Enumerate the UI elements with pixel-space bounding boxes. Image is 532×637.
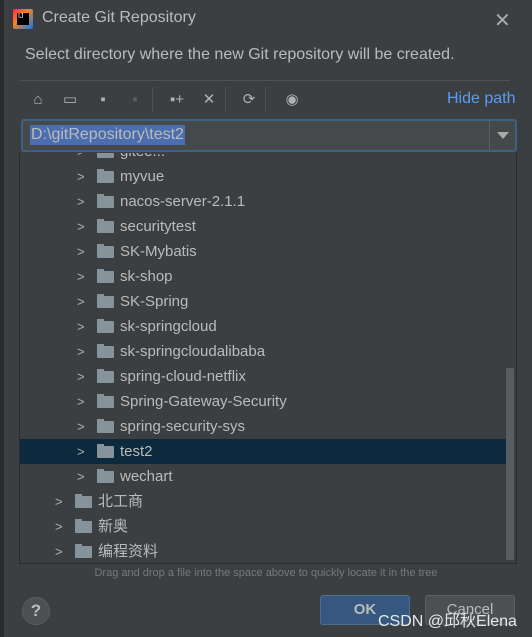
folder-icon bbox=[97, 369, 114, 383]
folder-icon bbox=[97, 244, 114, 258]
tree-item[interactable]: > nacos-server-2.1.1 bbox=[20, 189, 506, 214]
tree-item[interactable]: > securitytest bbox=[20, 214, 506, 239]
chevron-right-icon[interactable]: > bbox=[77, 439, 85, 464]
module-folder-icon: ▪ bbox=[132, 91, 138, 108]
folder-icon bbox=[75, 494, 92, 508]
background-window-edge bbox=[0, 0, 4, 637]
divider bbox=[225, 87, 226, 111]
directory-tree[interactable]: > gitee... > myvue > nacos-server-2.1.1 > secur… bbox=[19, 153, 517, 564]
tree-item[interactable]: > spring-security-sys bbox=[20, 414, 506, 439]
chevron-right-icon[interactable]: > bbox=[55, 514, 63, 539]
tree-item-label: spring-security-sys bbox=[120, 418, 246, 435]
drag-drop-hint: Drag and drop a file into the space abov… bbox=[94, 567, 438, 579]
divider bbox=[19, 80, 510, 81]
tree-item-label: sk-springcloudalibaba bbox=[120, 343, 266, 360]
tree-item[interactable]: > spring-cloud-netflix bbox=[20, 364, 506, 389]
tree-item[interactable]: > 新奥 bbox=[20, 514, 506, 539]
scrollbar[interactable] bbox=[506, 368, 514, 560]
divider bbox=[152, 87, 153, 111]
tree-item-label: securitytest bbox=[120, 218, 196, 235]
tree-item-label: Spring-Gateway-Security bbox=[120, 393, 287, 410]
tree-item[interactable]: > 北工商 bbox=[20, 489, 506, 514]
desktop-icon[interactable]: ▭ bbox=[60, 90, 80, 110]
refresh-icon[interactable]: ⟳ bbox=[239, 90, 259, 110]
hide-path-link[interactable]: Hide path bbox=[447, 90, 516, 108]
chevron-right-icon[interactable]: > bbox=[77, 264, 85, 289]
chevron-right-icon[interactable]: > bbox=[55, 539, 63, 563]
chevron-right-icon[interactable]: > bbox=[77, 189, 85, 214]
chevron-right-icon[interactable]: > bbox=[77, 153, 85, 164]
tree-item[interactable]: > sk-shop bbox=[20, 264, 506, 289]
folder-icon bbox=[75, 519, 92, 533]
path-input[interactable]: D:\gitRepository\test2 bbox=[21, 119, 517, 152]
folder-icon bbox=[97, 219, 114, 233]
tree-item-label: nacos-server-2.1.1 bbox=[120, 193, 246, 210]
chevron-right-icon[interactable]: > bbox=[77, 389, 85, 414]
tree-item[interactable]: > Spring-Gateway-Security bbox=[20, 389, 506, 414]
chevron-right-icon[interactable]: > bbox=[77, 239, 85, 264]
folder-icon bbox=[97, 294, 114, 308]
chevron-right-icon[interactable]: > bbox=[77, 414, 85, 439]
folder-icon bbox=[97, 444, 114, 458]
folder-icon bbox=[97, 469, 114, 483]
tree-item[interactable]: > gitee... bbox=[20, 153, 506, 164]
dialog-title: Create Git Repository bbox=[42, 9, 196, 26]
tree-item-label: test2 bbox=[120, 443, 153, 460]
folder-icon bbox=[97, 394, 114, 408]
tree-item-label: 北工商 bbox=[98, 493, 144, 510]
tree-item-label: SK-Mybatis bbox=[120, 243, 197, 260]
tree-item-label: 编程资料 bbox=[98, 543, 159, 560]
chevron-right-icon[interactable]: > bbox=[77, 214, 85, 239]
intellij-logo-icon: IJ bbox=[13, 9, 33, 29]
tree-item[interactable]: > sk-springcloud bbox=[20, 314, 506, 339]
folder-icon bbox=[97, 194, 114, 208]
watermark: CSDN @邱秋Elena bbox=[378, 613, 517, 630]
chevron-right-icon[interactable]: > bbox=[77, 339, 85, 364]
tree-item-label: sk-springcloud bbox=[120, 318, 217, 335]
tree-item[interactable]: > sk-springcloudalibaba bbox=[20, 339, 506, 364]
show-hidden-icon[interactable]: ◉ bbox=[282, 90, 302, 110]
folder-icon bbox=[75, 544, 92, 558]
chevron-down-icon[interactable] bbox=[489, 121, 515, 150]
chevron-right-icon[interactable]: > bbox=[77, 164, 85, 189]
folder-icon bbox=[97, 269, 114, 283]
home-icon[interactable]: ⌂ bbox=[28, 90, 48, 110]
folder-icon bbox=[97, 319, 114, 333]
tree-item[interactable]: > myvue bbox=[20, 164, 506, 189]
tree-item-label: spring-cloud-netflix bbox=[120, 368, 246, 385]
tree-item-label: gitee... bbox=[120, 153, 165, 164]
tree-item-label: wechart bbox=[120, 468, 173, 485]
divider bbox=[265, 87, 266, 111]
tree-item-label: 新奥 bbox=[98, 518, 129, 535]
tree-item-label: myvue bbox=[120, 168, 165, 185]
folder-icon bbox=[97, 419, 114, 433]
chevron-right-icon[interactable]: > bbox=[77, 289, 85, 314]
close-icon[interactable]: ✕ bbox=[494, 8, 511, 33]
dialog-description: Select directory where the new Git repos… bbox=[25, 46, 455, 63]
help-button[interactable]: ? bbox=[22, 597, 50, 625]
tree-item[interactable]: > test2 bbox=[20, 439, 506, 464]
folder-icon bbox=[97, 153, 114, 158]
delete-icon[interactable]: ✕ bbox=[199, 90, 219, 110]
chevron-right-icon[interactable]: > bbox=[77, 464, 85, 489]
new-folder-icon[interactable]: ▪+ bbox=[167, 90, 187, 110]
project-folder-icon[interactable]: ▪ bbox=[93, 90, 113, 110]
chevron-right-icon[interactable]: > bbox=[77, 314, 85, 339]
tree-item-label: sk-shop bbox=[120, 268, 173, 285]
folder-icon bbox=[97, 169, 114, 183]
tree-item[interactable]: > SK-Mybatis bbox=[20, 239, 506, 264]
tree-item[interactable]: > 编程资料 bbox=[20, 539, 506, 563]
chevron-right-icon[interactable]: > bbox=[77, 364, 85, 389]
tree-item[interactable]: > wechart bbox=[20, 464, 506, 489]
tree-item-label: SK-Spring bbox=[120, 293, 189, 310]
chevron-right-icon[interactable]: > bbox=[55, 489, 63, 514]
path-value[interactable]: D:\gitRepository\test2 bbox=[30, 125, 185, 145]
folder-icon bbox=[97, 344, 114, 358]
tree-item[interactable]: > SK-Spring bbox=[20, 289, 506, 314]
